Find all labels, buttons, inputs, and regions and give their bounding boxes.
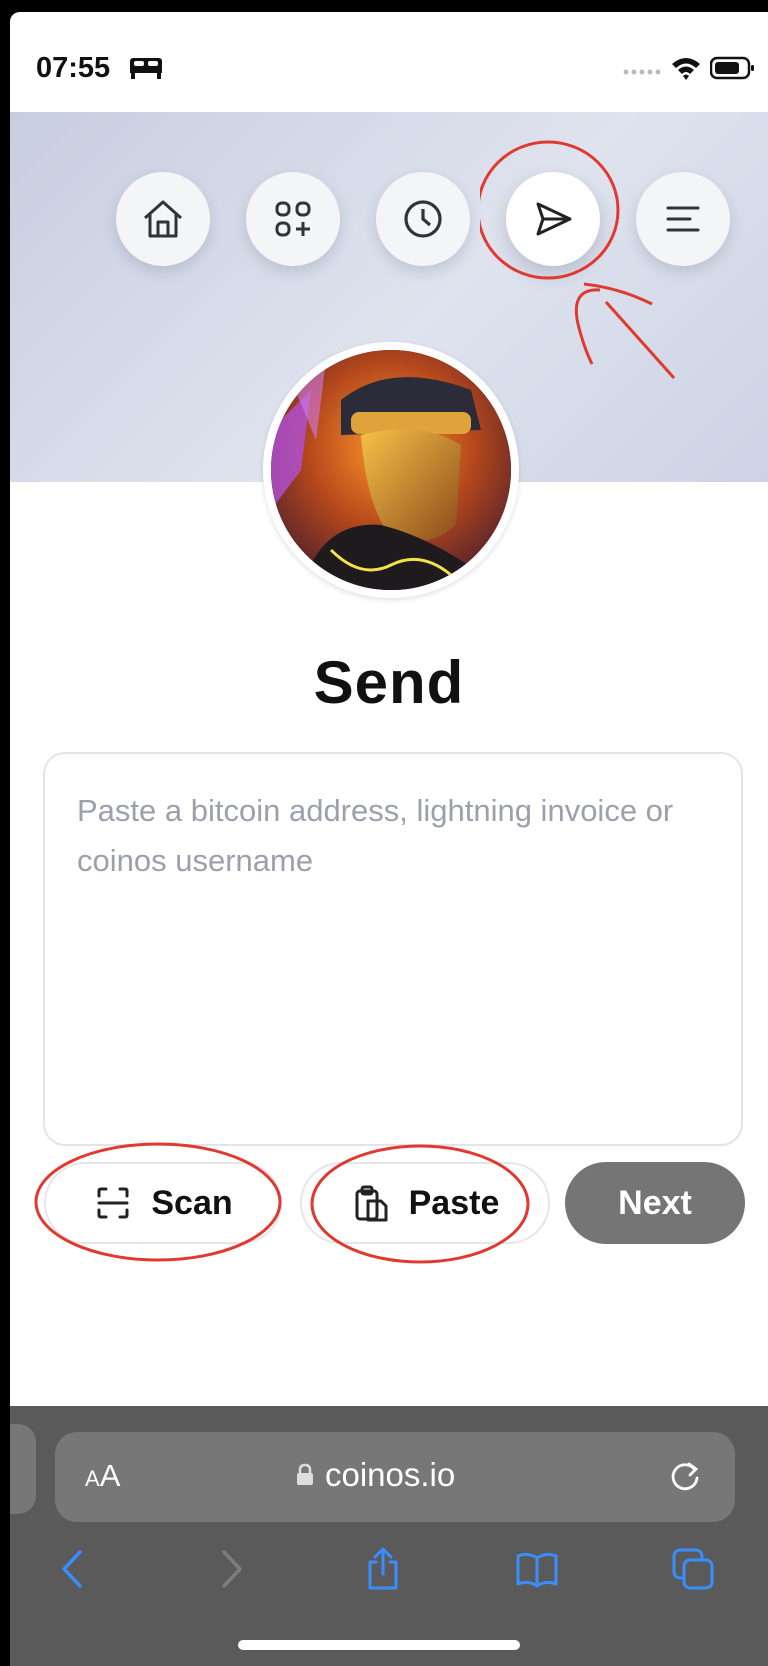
nav-apps-button[interactable]	[246, 172, 340, 266]
send-icon	[536, 202, 572, 236]
wifi-icon	[672, 58, 700, 80]
paste-button[interactable]: Paste	[300, 1162, 550, 1244]
next-button[interactable]: Next	[565, 1162, 745, 1244]
clock-icon	[404, 200, 442, 238]
next-button-label: Next	[618, 1183, 692, 1222]
destination-input-box[interactable]	[43, 752, 743, 1146]
nav-home-button[interactable]	[116, 172, 210, 266]
back-icon[interactable]	[52, 1546, 98, 1592]
share-icon[interactable]	[360, 1546, 406, 1592]
apps-plus-icon	[275, 201, 311, 237]
battery-icon	[710, 56, 754, 80]
destination-input[interactable]	[45, 754, 741, 1144]
nav-history-button[interactable]	[376, 172, 470, 266]
paste-button-label: Paste	[408, 1183, 500, 1222]
domain-text: coinos.io	[325, 1456, 456, 1493]
browser-chrome: AA coinos.io	[10, 1406, 768, 1666]
scan-button[interactable]: Scan	[44, 1162, 282, 1244]
home-icon	[144, 200, 182, 238]
nav-menu-button[interactable]	[636, 172, 730, 266]
nav-send-button[interactable]	[506, 172, 600, 266]
scan-button-label: Scan	[151, 1183, 233, 1222]
tabs-icon[interactable]	[670, 1546, 716, 1592]
bookmarks-icon[interactable]	[514, 1546, 560, 1592]
home-indicator[interactable]	[238, 1640, 520, 1650]
scan-icon	[97, 1187, 129, 1219]
status-time: 07:55	[36, 52, 111, 84]
profile-avatar	[263, 342, 519, 598]
reload-icon[interactable]	[665, 1456, 705, 1496]
clipboard-icon	[355, 1185, 388, 1222]
forward-icon[interactable]	[206, 1546, 252, 1592]
previous-tab-preview[interactable]	[10, 1424, 36, 1514]
address-domain: coinos.io	[295, 1456, 455, 1494]
lock-icon	[297, 1463, 313, 1485]
address-bar[interactable]: AA coinos.io	[55, 1432, 735, 1522]
sleep-focus-icon	[130, 58, 162, 79]
menu-icon	[666, 206, 700, 232]
status-bar: 07:55	[10, 12, 768, 112]
page-title: Send	[313, 649, 465, 716]
device-frame: 07:55 Send Paste a bitcoin address, ligh…	[0, 0, 768, 1666]
phone-screen: 07:55 Send Paste a bitcoin address, ligh…	[10, 12, 768, 1666]
cellular-signal-icon	[623, 69, 661, 75]
text-size-button[interactable]: AA	[85, 1458, 120, 1494]
